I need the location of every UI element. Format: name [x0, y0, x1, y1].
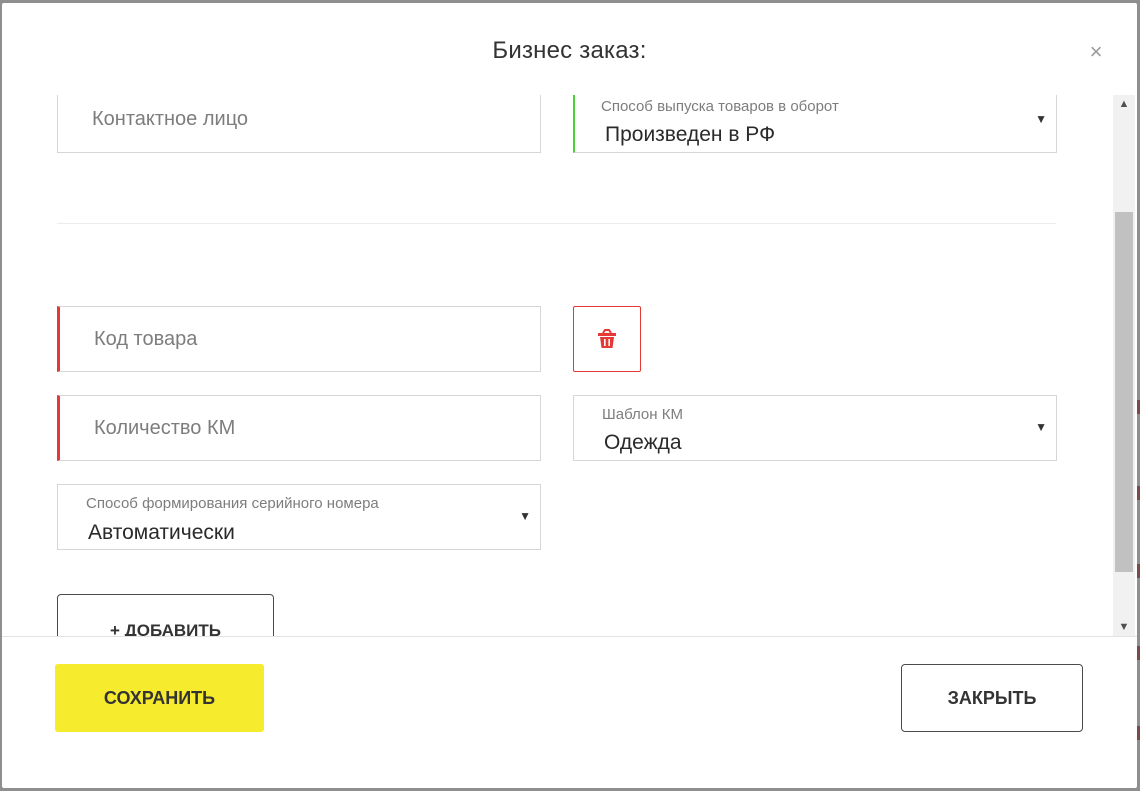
scrollbar-thumb[interactable] [1115, 212, 1133, 572]
scroll-up-arrow-icon[interactable]: ▲ [1113, 95, 1135, 113]
release-method-label: Способ выпуска товаров в оборот [601, 98, 839, 115]
km-template-select[interactable]: Шаблон КМ Одежда ▼ [573, 395, 1057, 461]
delete-item-button[interactable] [573, 306, 641, 372]
release-method-value: Произведен в РФ [605, 123, 776, 146]
vertical-scrollbar[interactable]: ▲ ▼ [1113, 95, 1135, 636]
trash-icon [598, 329, 616, 348]
serial-method-label: Способ формирования серийного номера [86, 495, 379, 512]
caret-down-icon: ▼ [1035, 420, 1047, 434]
section-divider [57, 223, 1056, 224]
serial-method-value: Автоматически [88, 521, 235, 544]
close-button[interactable]: ЗАКРЫТЬ [901, 664, 1083, 732]
contact-person-placeholder: Контактное лицо [92, 108, 249, 130]
scroll-down-arrow-icon[interactable]: ▼ [1113, 618, 1135, 636]
business-order-modal: Бизнес заказ: × Контактное лицо Способ в… [2, 3, 1137, 788]
km-template-label: Шаблон КМ [602, 406, 683, 423]
km-quantity-placeholder: Количество КМ [94, 417, 236, 439]
km-template-value: Одежда [604, 431, 682, 454]
footer-divider [2, 636, 1137, 637]
save-button[interactable]: СОХРАНИТЬ [55, 664, 264, 732]
caret-down-icon: ▼ [519, 509, 531, 523]
close-icon[interactable]: × [1085, 41, 1107, 63]
km-quantity-field[interactable]: Количество КМ [57, 395, 541, 461]
serial-method-select[interactable]: Способ формирования серийного номера Авт… [57, 484, 541, 550]
contact-person-field[interactable]: Контактное лицо [57, 95, 541, 153]
release-method-select[interactable]: Способ выпуска товаров в оборот Произвед… [573, 95, 1057, 153]
product-code-field[interactable]: Код товара [57, 306, 541, 372]
caret-down-icon: ▼ [1035, 112, 1047, 126]
form-scroll-area[interactable]: Контактное лицо Способ выпуска товаров в… [2, 95, 1135, 636]
add-item-button[interactable]: + ДОБАВИТЬ [57, 594, 274, 636]
product-code-placeholder: Код товара [94, 328, 198, 350]
modal-title: Бизнес заказ: [492, 37, 647, 64]
